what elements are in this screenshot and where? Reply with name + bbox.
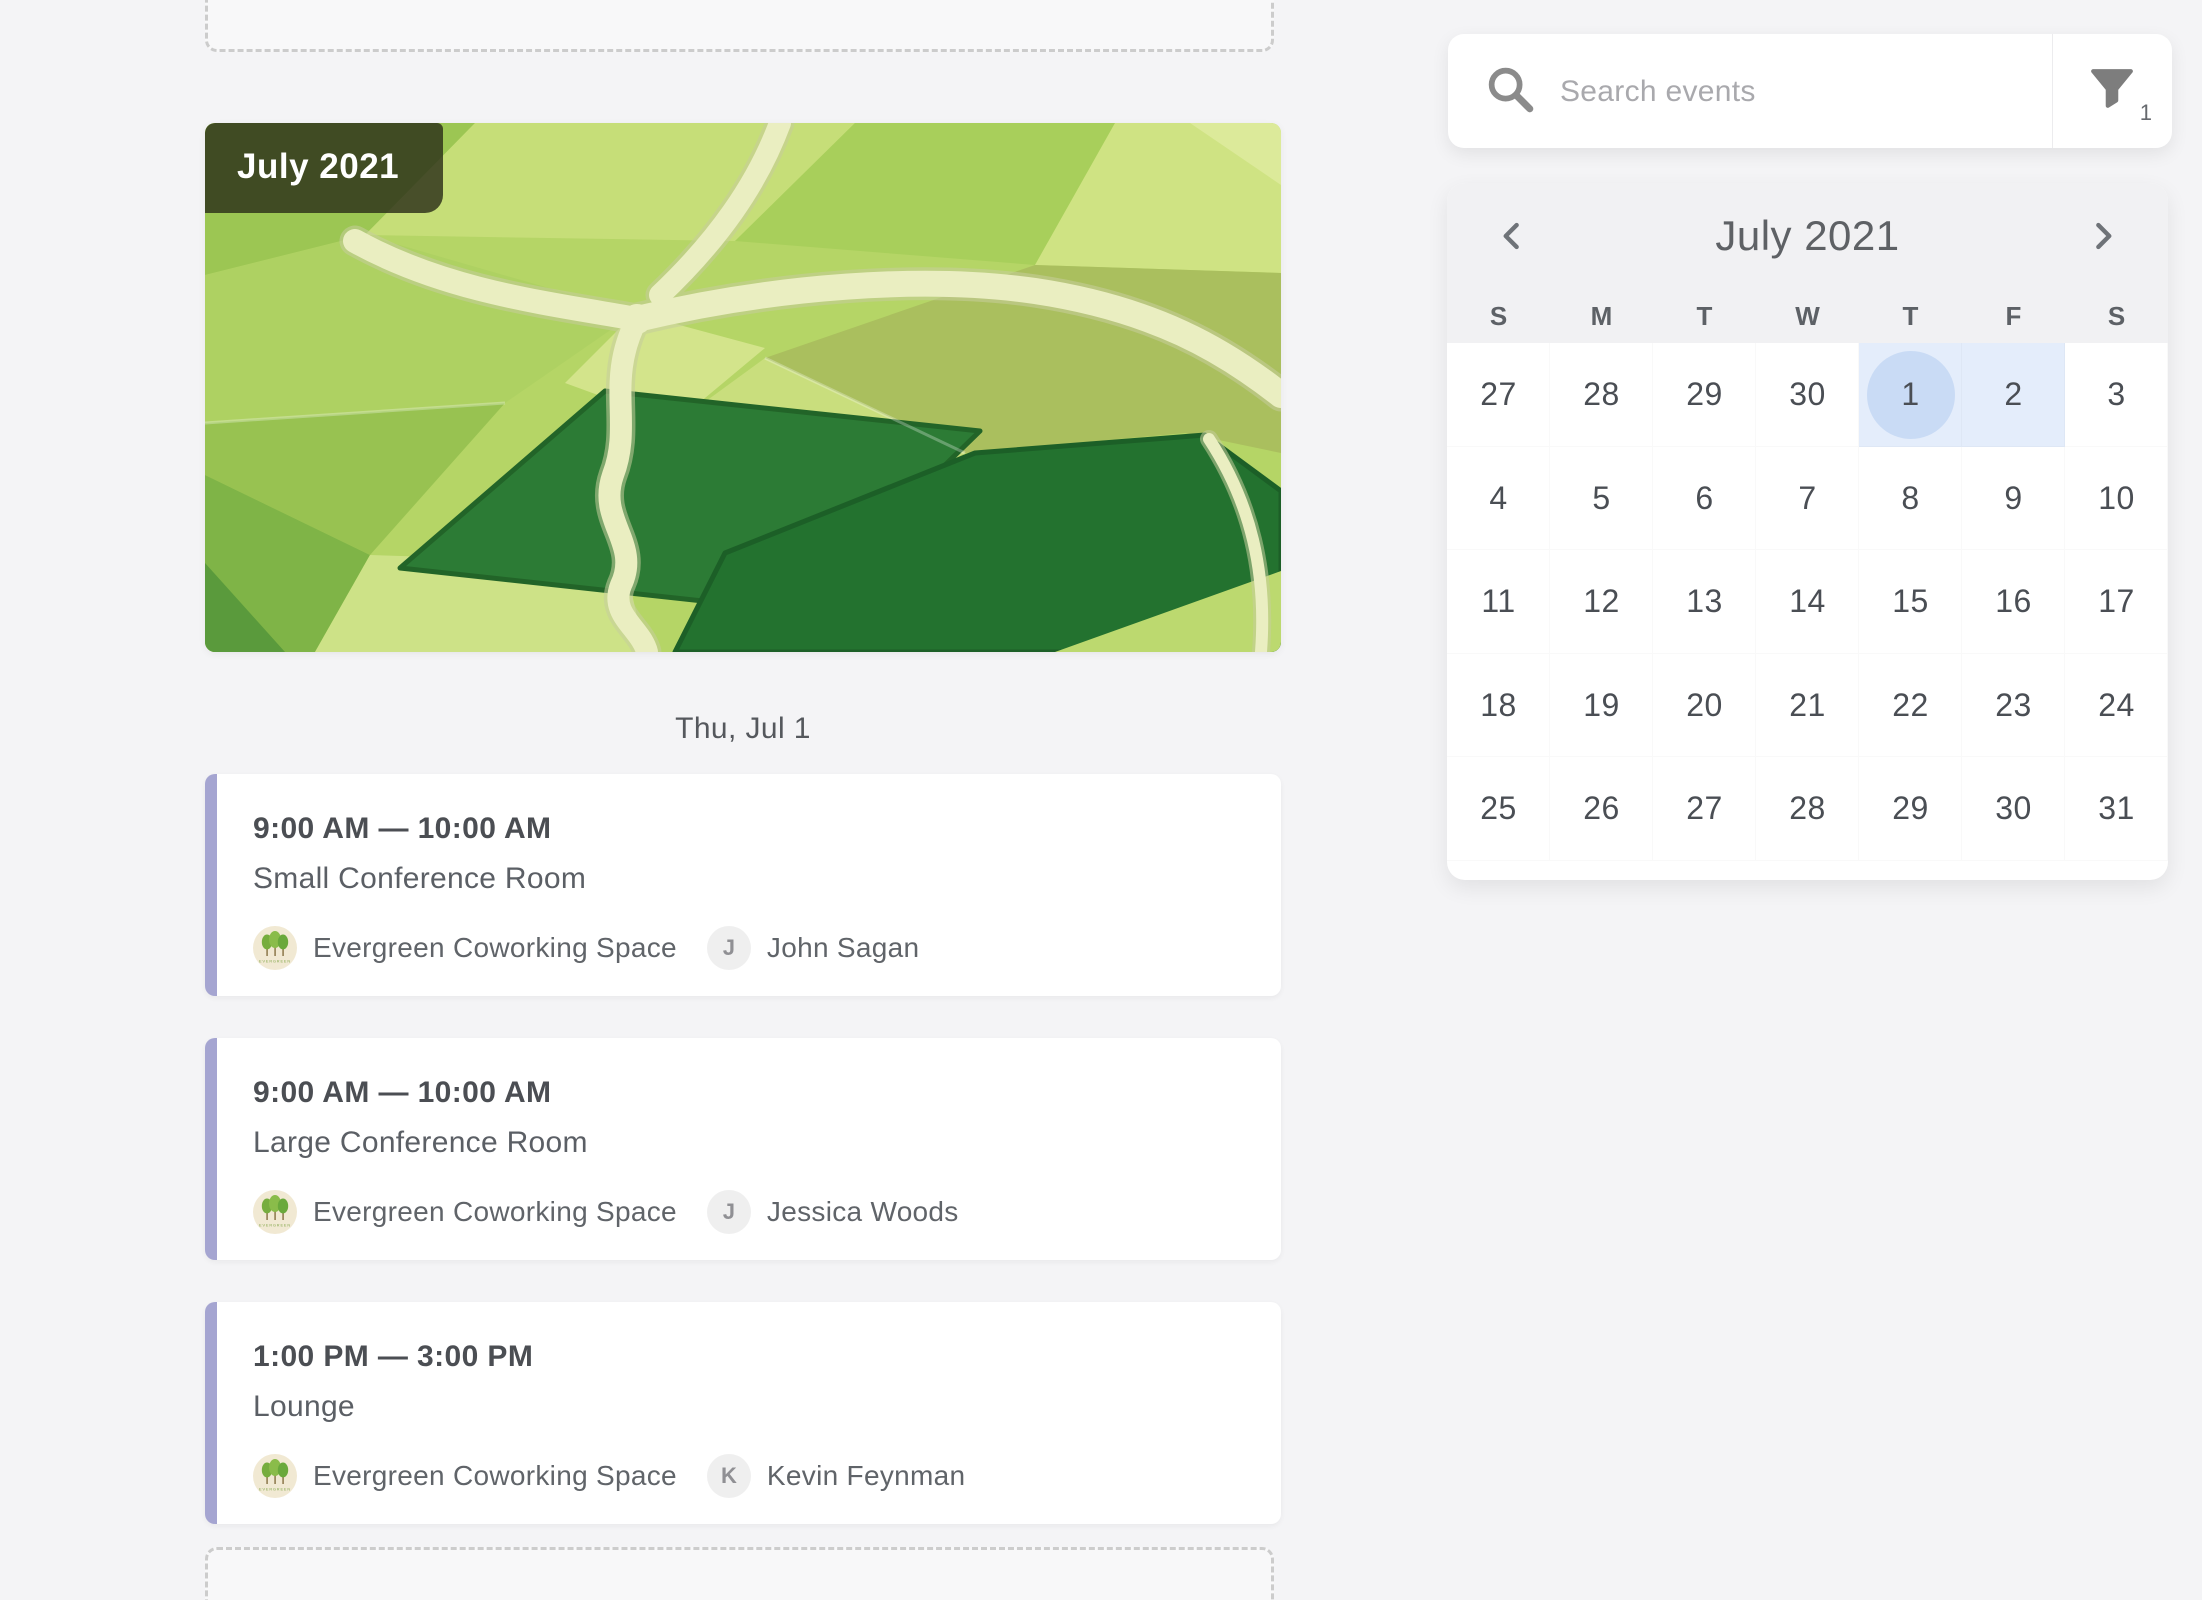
calendar-day-27[interactable]: 27: [1653, 757, 1756, 861]
calendar-month-title: July 2021: [1715, 212, 1899, 260]
calendar-day-25[interactable]: 25: [1447, 757, 1550, 861]
event-location: Lounge: [253, 1390, 1241, 1424]
event-badges: EVERGREEN Evergreen Coworking Space J Jo…: [253, 926, 1241, 970]
svg-text:EVERGREEN: EVERGREEN: [259, 960, 291, 964]
svg-text:EVERGREEN: EVERGREEN: [259, 1224, 291, 1228]
weekday-label: T: [1653, 301, 1756, 332]
next-day-placeholder: [205, 1547, 1274, 1600]
month-banner: July 2021: [205, 123, 1281, 652]
event-card[interactable]: 9:00 AM — 10:00 AM Large Conference Room…: [205, 1038, 1281, 1260]
filter-button[interactable]: 1: [2053, 34, 2172, 148]
calendar-day-29[interactable]: 29: [1653, 343, 1756, 447]
calendar-day-28[interactable]: 28: [1756, 757, 1859, 861]
next-month-button[interactable]: [2080, 214, 2124, 258]
search-bar: 1: [1448, 34, 2172, 148]
svg-text:EVERGREEN: EVERGREEN: [259, 1488, 291, 1492]
calendar-day-26[interactable]: 26: [1550, 757, 1653, 861]
calendar-day-17[interactable]: 17: [2065, 550, 2168, 654]
events-list: 9:00 AM — 10:00 AM Small Conference Room…: [205, 774, 1281, 1524]
weekday-label: M: [1550, 301, 1653, 332]
calendar-day-30[interactable]: 30: [1962, 757, 2065, 861]
chevron-left-icon: [1496, 219, 1530, 253]
weekday-label: F: [1962, 301, 2065, 332]
filter-count-badge: 1: [2140, 100, 2152, 126]
filter-icon: [2089, 66, 2135, 112]
calendar-day-2[interactable]: 2: [1962, 343, 2065, 447]
calendar-day-24[interactable]: 24: [2065, 654, 2168, 758]
calendar-day-22[interactable]: 22: [1859, 654, 1962, 758]
calendar-day-grid: 2728293012345678910111213141516171819202…: [1447, 343, 2168, 861]
attendee-avatar: K: [707, 1454, 751, 1498]
calendar-day-28[interactable]: 28: [1550, 343, 1653, 447]
weekday-label: S: [2065, 301, 2168, 332]
event-card[interactable]: 9:00 AM — 10:00 AM Small Conference Room…: [205, 774, 1281, 996]
previous-month-placeholder: [205, 0, 1274, 52]
calendar-day-20[interactable]: 20: [1653, 654, 1756, 758]
attendee-avatar: J: [707, 1190, 751, 1234]
organization-name: Evergreen Coworking Space: [313, 1460, 677, 1492]
calendar-day-15[interactable]: 15: [1859, 550, 1962, 654]
calendar-day-5[interactable]: 5: [1550, 447, 1653, 551]
calendar-day-16[interactable]: 16: [1962, 550, 2065, 654]
search-input[interactable]: [1558, 34, 2042, 150]
calendar-day-19[interactable]: 19: [1550, 654, 1653, 758]
calendar-day-29[interactable]: 29: [1859, 757, 1962, 861]
events-page: July 2021 Thu, Jul 1 9:00 AM — 10:00 AM …: [0, 0, 2202, 1600]
calendar-header: July 2021 SMTWTFS: [1447, 183, 2168, 343]
weekday-label: T: [1859, 301, 1962, 332]
calendar-day-11[interactable]: 11: [1447, 550, 1550, 654]
event-badges: EVERGREEN Evergreen Coworking Space J Je…: [253, 1190, 1241, 1234]
attendee-name: Jessica Woods: [767, 1196, 959, 1228]
search-icon: [1484, 63, 1540, 119]
mini-calendar: July 2021 SMTWTFS 2728293012345678910111…: [1447, 183, 2168, 880]
calendar-day-14[interactable]: 14: [1756, 550, 1859, 654]
calendar-day-27[interactable]: 27: [1447, 343, 1550, 447]
organization-name: Evergreen Coworking Space: [313, 932, 677, 964]
calendar-day-13[interactable]: 13: [1653, 550, 1756, 654]
calendar-day-31[interactable]: 31: [2065, 757, 2168, 861]
calendar-day-10[interactable]: 10: [2065, 447, 2168, 551]
calendar-day-30[interactable]: 30: [1756, 343, 1859, 447]
evergreen-logo-icon: EVERGREEN: [253, 1454, 297, 1498]
event-location: Small Conference Room: [253, 862, 1241, 896]
event-location: Large Conference Room: [253, 1126, 1241, 1160]
evergreen-logo-icon: EVERGREEN: [253, 1190, 297, 1234]
attendee-name: Kevin Feynman: [767, 1460, 965, 1492]
event-time: 9:00 AM — 10:00 AM: [253, 812, 1241, 846]
event-badges: EVERGREEN Evergreen Coworking Space K Ke…: [253, 1454, 1241, 1498]
evergreen-logo-icon: EVERGREEN: [253, 926, 297, 970]
banner-month-label: July 2021: [205, 123, 443, 213]
calendar-day-1[interactable]: 1: [1859, 343, 1962, 447]
weekday-row: SMTWTFS: [1447, 289, 2168, 343]
calendar-day-4[interactable]: 4: [1447, 447, 1550, 551]
weekday-label: S: [1447, 301, 1550, 332]
calendar-day-7[interactable]: 7: [1756, 447, 1859, 551]
calendar-day-3[interactable]: 3: [2065, 343, 2168, 447]
calendar-day-8[interactable]: 8: [1859, 447, 1962, 551]
attendee-name: John Sagan: [767, 932, 919, 964]
previous-month-button[interactable]: [1491, 214, 1535, 258]
calendar-day-12[interactable]: 12: [1550, 550, 1653, 654]
event-card[interactable]: 1:00 PM — 3:00 PM Lounge EVERGREEN Everg…: [205, 1302, 1281, 1524]
organization-name: Evergreen Coworking Space: [313, 1196, 677, 1228]
chevron-right-icon: [2085, 219, 2119, 253]
day-group-header: Thu, Jul 1: [205, 712, 1281, 746]
event-time: 1:00 PM — 3:00 PM: [253, 1340, 1241, 1374]
weekday-label: W: [1756, 301, 1859, 332]
calendar-day-23[interactable]: 23: [1962, 654, 2065, 758]
calendar-day-21[interactable]: 21: [1756, 654, 1859, 758]
calendar-day-9[interactable]: 9: [1962, 447, 2065, 551]
calendar-day-6[interactable]: 6: [1653, 447, 1756, 551]
event-time: 9:00 AM — 10:00 AM: [253, 1076, 1241, 1110]
calendar-day-18[interactable]: 18: [1447, 654, 1550, 758]
attendee-avatar: J: [707, 926, 751, 970]
